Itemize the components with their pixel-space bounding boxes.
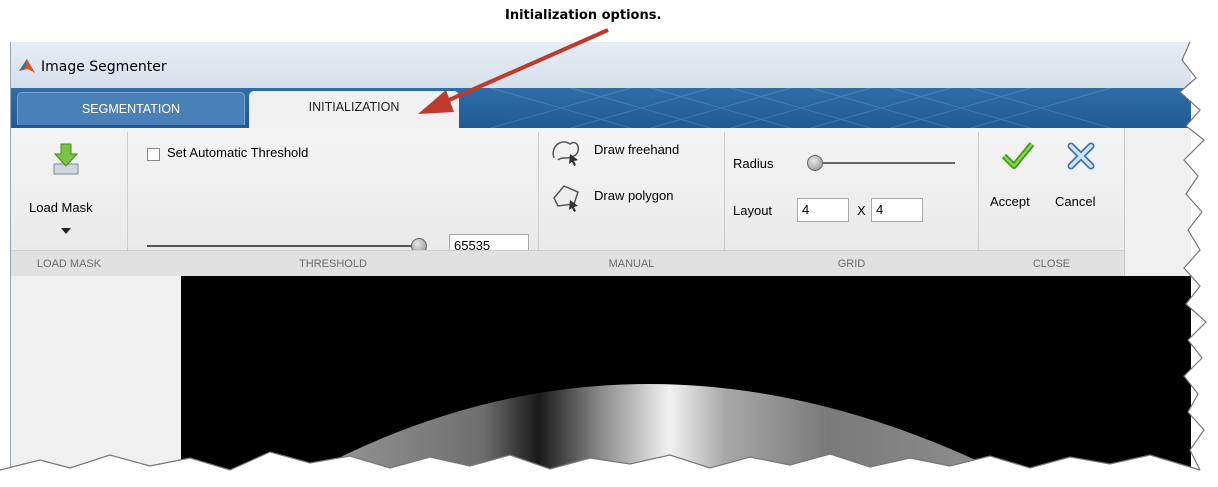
callout-arrow [418,28,609,114]
